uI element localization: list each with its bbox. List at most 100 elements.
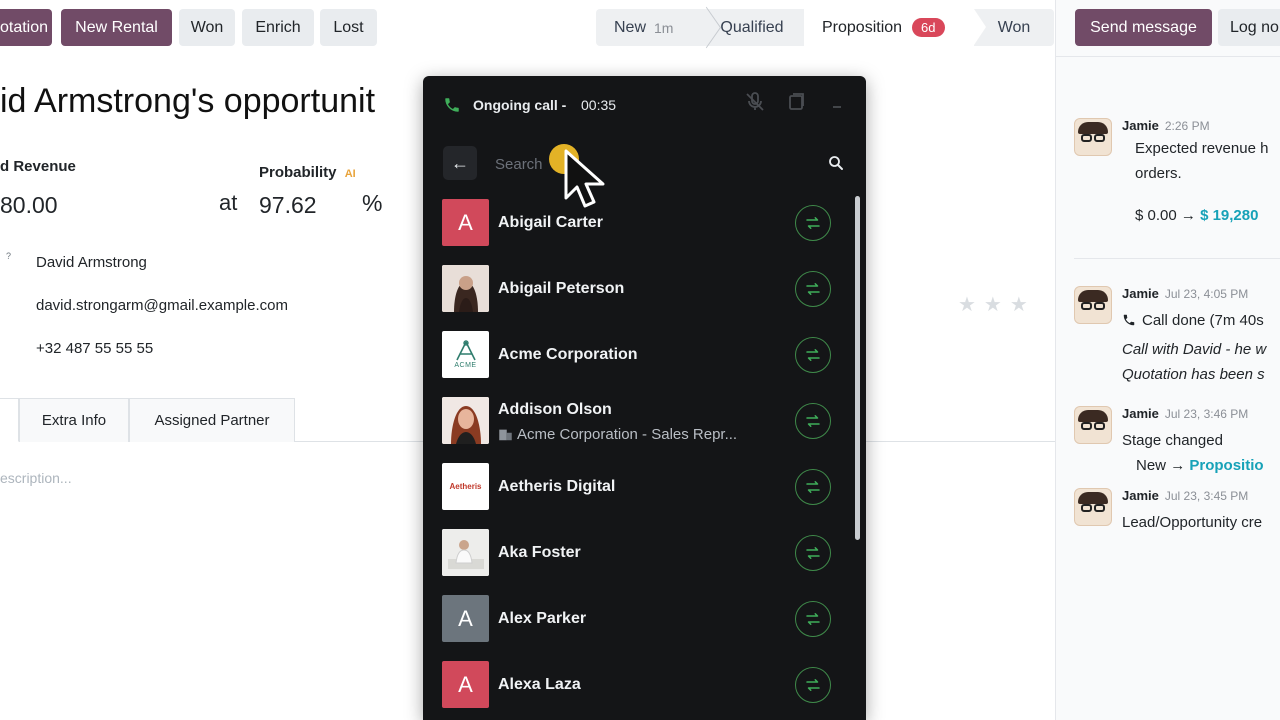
tracking-value: New → Propositio [1136,457,1264,474]
person-photo-icon [442,265,489,312]
tab-extra-info[interactable]: Extra Info [19,398,129,442]
message-text: Call with David - he w [1122,341,1267,358]
old-value: New [1136,457,1167,474]
stage-qualified[interactable]: Qualified [700,9,804,46]
company-logo: ACME [442,331,489,378]
contact-search-input[interactable] [495,150,795,178]
person-photo-icon [442,397,489,444]
transfer-call-button[interactable] [795,205,831,241]
softphone-panel: Ongoing call - 00:35 ← A Abigail Carter … [423,76,866,720]
stage-qualified-label: Qualified [720,18,784,36]
expected-revenue-value[interactable]: 80.00 [0,192,58,219]
search-icon[interactable] [827,154,845,172]
avatar[interactable] [1074,286,1112,324]
contact-photo [442,265,489,312]
chatter-message: Jamie Jul 23, 4:05 PM Call done (7m 40s C… [1056,284,1280,394]
contact-name[interactable]: David Armstrong [36,254,147,271]
stage-won[interactable]: Won [974,9,1054,46]
opportunity-title[interactable]: id Armstrong's opportunit [0,82,375,121]
arrow-right-icon: → [1180,207,1196,224]
stage-won-label: Won [997,18,1031,36]
contact-name: Aetheris Digital [498,478,616,495]
back-arrow-icon[interactable]: ← [443,146,477,180]
collapse-icon[interactable] [825,90,849,114]
transfer-call-button[interactable] [795,667,831,703]
contact-name: Abigail Peterson [498,280,625,297]
message-author: Jamie Jul 23, 3:46 PM [1122,406,1248,421]
probability-value[interactable]: 97.62 [259,192,317,219]
description-placeholder[interactable]: escription... [0,470,72,486]
chatter-message: Jamie Jul 23, 3:46 PM Stage changed New →… [1056,404,1280,484]
contact-item[interactable]: Aka Foster [423,520,853,586]
message-time: 2:26 PM [1164,119,1210,133]
avatar[interactable] [1074,118,1112,156]
quotation-button[interactable]: otation [0,9,52,46]
chatter-message: Jamie 2:26 PM Expected revenue h orders. … [1056,114,1280,244]
contact-item[interactable]: A Alexa Laza [423,652,853,718]
message-time: Jul 23, 3:45 PM [1164,489,1249,503]
won-button[interactable]: Won [179,9,235,46]
minimize-window-icon[interactable] [784,90,808,114]
contact-list-scrollbar[interactable] [855,196,860,540]
message-time: Jul 23, 4:05 PM [1164,287,1249,301]
contact-item[interactable]: Addison Olson Acme Corporation - Sales R… [423,388,853,454]
control-panel: otation New Rental Won Enrich Lost New 1… [0,0,1055,56]
log-note-button[interactable]: Log no [1218,9,1280,46]
contact-item[interactable]: Aetheris Aetheris Digital [423,454,853,520]
stage-proposition-label: Proposition [822,18,903,36]
arrow-right-icon: → [1170,457,1186,474]
help-tooltip-icon[interactable]: ? [6,251,11,261]
mute-microphone-icon[interactable] [743,90,767,114]
transfer-icon [806,415,820,427]
contact-name: Abigail Carter [498,214,603,231]
softphone-header[interactable]: Ongoing call - 00:35 [423,76,866,134]
tracking-value: $ 0.00 → $ 19,280 [1135,207,1258,224]
contact-item[interactable]: A Alex Parker [423,586,853,652]
email-field[interactable]: david.strongarm@gmail.example.com [36,297,288,314]
avatar[interactable] [1074,406,1112,444]
transfer-call-button[interactable] [795,337,831,373]
enrich-button[interactable]: Enrich [242,9,314,46]
stage-proposition[interactable]: Proposition 6d [804,9,986,46]
new-rental-button[interactable]: New Rental [61,9,172,46]
lost-button[interactable]: Lost [320,9,377,46]
call-status: Ongoing call - [473,97,567,113]
probability-label-text: Probability [259,164,337,181]
send-message-button[interactable]: Send message [1075,9,1212,46]
message-author: Jamie Jul 23, 3:45 PM [1122,488,1248,503]
stage-new[interactable]: New 1m [596,9,700,46]
transfer-call-button[interactable] [795,535,831,571]
ai-icon: AI [344,168,356,180]
logo-text: Aetheris [449,482,482,491]
author-name: Jamie [1122,286,1159,301]
message-text: orders. [1135,165,1182,182]
contact-avatar: A [442,199,489,246]
contact-name: Aka Foster [498,544,581,561]
contact-item[interactable]: ACME Acme Corporation [423,322,853,388]
transfer-call-button[interactable] [795,403,831,439]
at-text: at [219,190,238,215]
priority-stars[interactable]: ★★★ [958,292,1036,317]
transfer-icon [806,349,820,361]
transfer-call-button[interactable] [795,271,831,307]
contact-company: Acme Corporation - Sales Repr... [498,426,737,443]
transfer-call-button[interactable] [795,601,831,637]
contact-item[interactable]: Abigail Peterson [423,256,853,322]
stage-statusbar: New 1m Qualified Proposition 6d Won [596,9,1054,46]
tab-assigned-partner[interactable]: Assigned Partner [129,398,295,442]
message-text: Quotation has been s [1122,366,1265,383]
call-timer: 00:35 [581,97,617,113]
avatar[interactable] [1074,488,1112,526]
message-text: Expected revenue h [1135,140,1269,157]
phone-call-icon [445,98,459,112]
message-author: Jamie 2:26 PM [1122,118,1210,133]
chatter-message: Jamie Jul 23, 3:45 PM Lead/Opportunity cr… [1056,486,1280,536]
contact-item[interactable]: A Abigail Carter [423,190,853,256]
percent-sign: % [362,190,383,216]
contact-photo [442,397,489,444]
tab-notes[interactable] [0,398,19,442]
transfer-call-button[interactable] [795,469,831,505]
phone-field[interactable]: +32 487 55 55 55 [36,340,153,357]
logo-text: ACME [454,362,477,369]
author-name: Jamie [1122,118,1159,133]
